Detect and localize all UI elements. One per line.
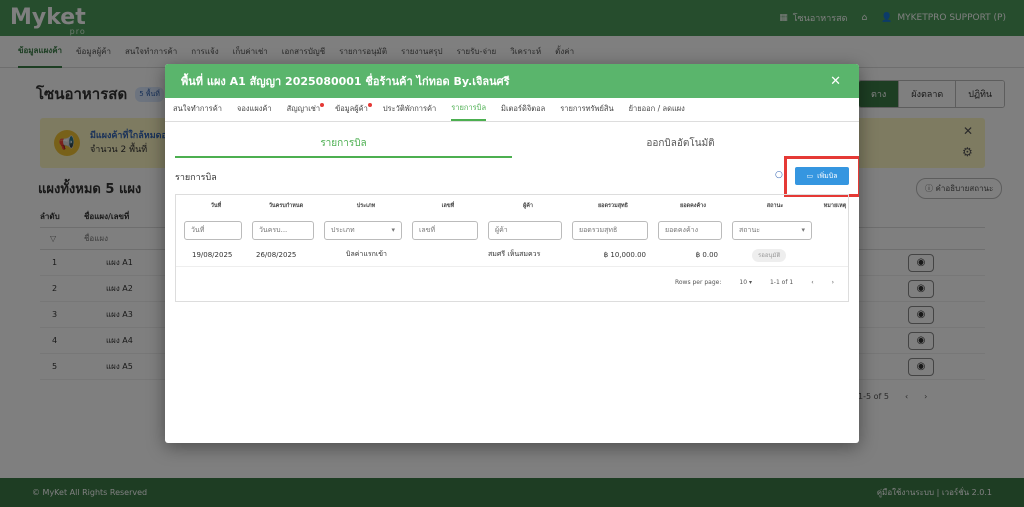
column-header[interactable]: ยอดรวมสุทธิ [568, 202, 654, 210]
outstanding-filter[interactable]: ยอดคงค้าง [658, 220, 722, 240]
table-row[interactable]: 19/08/2025 26/08/2025 บิลค่าแรกเข้า สมศร… [176, 243, 848, 267]
tab-lease[interactable]: สัญญาเช่า [287, 97, 325, 121]
column-header[interactable]: วันครบกำหนด [248, 202, 320, 210]
search-icon[interactable]: ○ [775, 170, 783, 180]
modal-title: พื้นที่ แผง A1 สัญญา 2025080001 ชื่อร้าน… [181, 75, 510, 88]
pagination: Rows per page: 10 ▾ 1-1 of 1 ‹ › [674, 278, 834, 286]
notification-dot [320, 103, 325, 107]
tab-bills[interactable]: รายการบิล [451, 97, 487, 121]
rows-per-page-select[interactable]: 10 ▾ [739, 279, 752, 286]
modal-header: พื้นที่ แผง A1 สัญญา 2025080001 ชื่อร้าน… [165, 64, 859, 98]
bill-outstanding: ฿ 0.00 [695, 250, 718, 259]
column-header[interactable]: หมายเหตุ [818, 202, 848, 210]
filter-row: วันที่ วันครบ... ประเภท ▾ เลขที่ ผู้ค้า ย… [176, 217, 848, 243]
due-date-filter[interactable]: วันครบ... [252, 220, 314, 240]
number-filter[interactable]: เลขที่ [412, 220, 478, 240]
tab-digital-meter[interactable]: มิเตอร์ดิจิตอล [501, 97, 545, 121]
bill-due-date: 26/08/2025 [256, 250, 297, 259]
caret-down-icon: ▾ [391, 226, 395, 234]
bill-type: บิลค่าแรกเข้า [346, 250, 387, 258]
vendor-filter[interactable]: ผู้ค้า [488, 220, 562, 240]
column-header[interactable]: เลขที่ [408, 202, 484, 210]
chevron-right-icon[interactable]: › [832, 279, 834, 286]
bill-vendor: สมศรี เห็นสมควร [488, 250, 541, 258]
bill-total: ฿ 10,000.00 [603, 250, 646, 259]
column-header[interactable]: สถานะ [728, 202, 818, 210]
caret-down-icon: ▾ [748, 278, 752, 286]
column-header[interactable]: ผู้ค้า [484, 202, 568, 210]
bill-table: วันที่ วันครบกำหนด ประเภท เลขที่ ผู้ค้า … [175, 194, 849, 302]
type-filter[interactable]: ประเภท ▾ [324, 220, 402, 240]
notification-dot [367, 103, 372, 107]
section-title: รายการบิล [175, 173, 217, 183]
subtab-auto-billing[interactable]: ออกบิลอัตโนมัติ [512, 136, 849, 158]
tab-vendor[interactable]: ข้อมูลผู้ค้า [335, 97, 372, 121]
modal-tabs: สนใจทำการค้า จองแผงค้า สัญญาเช่า ข้อมูลผ… [165, 98, 859, 122]
column-header[interactable]: ประเภท [320, 202, 408, 210]
table-header: วันที่ วันครบกำหนด ประเภท เลขที่ ผู้ค้า … [176, 195, 848, 217]
caret-down-icon: ▾ [801, 226, 805, 234]
bill-subtabs: รายการบิล ออกบิลอัตโนมัติ [175, 136, 849, 158]
subtab-bill-list[interactable]: รายการบิล [175, 136, 512, 158]
chevron-left-icon[interactable]: ‹ [811, 279, 813, 286]
column-header[interactable]: วันที่ [176, 202, 248, 210]
close-icon[interactable]: ✕ [830, 74, 841, 89]
date-filter[interactable]: วันที่ [184, 220, 242, 240]
total-filter[interactable]: ยอดรวมสุทธิ [572, 220, 648, 240]
highlight-box [784, 156, 859, 197]
tab-assets[interactable]: รายการทรัพย์สิน [560, 97, 613, 121]
tab-interest[interactable]: สนใจทำการค้า [173, 97, 222, 121]
tab-booking[interactable]: จองแผงค้า [237, 97, 272, 121]
status-filter[interactable]: สถานะ ▾ [732, 220, 812, 240]
tab-move-out[interactable]: ย้ายออก / ลดแผง [629, 97, 685, 121]
status-badge: รออนุมัติ [752, 248, 787, 262]
tab-suspension-history[interactable]: ประวัติพักการค้า [383, 97, 436, 121]
column-header[interactable]: ยอดคงค้าง [654, 202, 728, 210]
bill-date: 19/08/2025 [192, 250, 233, 259]
stall-detail-modal: พื้นที่ แผง A1 สัญญา 2025080001 ชื่อร้าน… [165, 64, 859, 443]
